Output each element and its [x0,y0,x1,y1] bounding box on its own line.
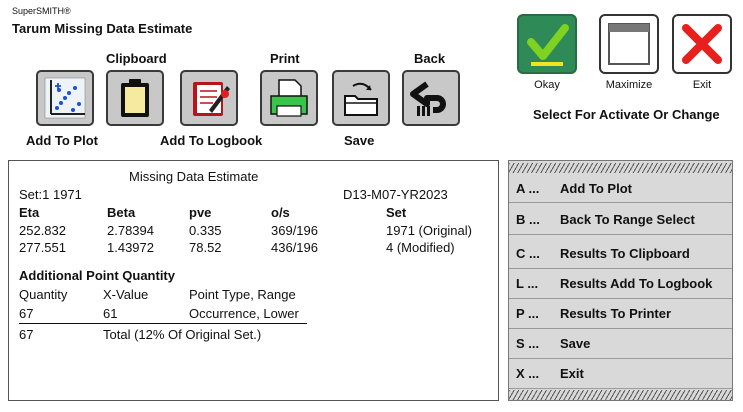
total-divider [19,323,307,324]
row1-set: 1971 (Original) [386,223,472,238]
menu-label: Save [560,336,591,351]
menu-hatch-bottom [509,390,732,400]
print-button[interactable] [260,70,318,126]
menu-label: Back To Range Select [560,212,695,227]
add-to-logbook-label: Add To Logbook [160,133,263,148]
back-button[interactable] [402,70,460,126]
col-pve: pve [189,205,212,220]
menu-item-back-to-range-select[interactable]: B ... Back To Range Select [509,205,732,235]
col-os: o/s [271,205,290,220]
add-row-xvalue: 61 [103,306,118,321]
menu-item-add-to-plot[interactable]: A ... Add To Plot [509,175,732,203]
row2-pve: 78.52 [189,240,222,255]
save-folder-icon [344,82,378,116]
row2-beta: 1.43972 [107,240,154,255]
menu-item-results-to-printer[interactable]: P ... Results To Printer [509,299,732,329]
menu-label: Results To Printer [560,306,672,321]
menu-key: L ... [516,276,539,291]
action-menu: A ... Add To Plot B ... Back To Range Se… [508,160,733,401]
scatter-plot-icon [44,77,86,119]
row2-eta: 277.551 [19,240,66,255]
back-arrow-icon [410,81,446,116]
add-to-logbook-button[interactable] [180,70,238,126]
add-col-quantity: Quantity [19,287,68,302]
back-label: Back [414,51,446,66]
menu-label: Results Add To Logbook [560,276,713,291]
logbook-icon [193,82,230,116]
add-col-xvalue: X-Value [103,287,149,302]
exit-button[interactable] [672,14,732,74]
menu-hatch-top [509,163,732,173]
window-title: Tarum Missing Data Estimate [12,21,193,36]
clipboard-label: Clipboard [106,51,167,66]
menu-label: Add To Plot [560,181,632,196]
total-text: Total (12% Of Original Set.) [103,327,262,342]
menu-key: A ... [516,181,540,196]
menu-item-save[interactable]: S ... Save [509,329,732,359]
row1-eta: 252.832 [19,223,66,238]
red-x-icon [682,24,722,64]
col-eta: Eta [19,205,40,220]
menu-key: S ... [516,336,540,351]
checkmark-icon [527,24,569,66]
menu-key: C ... [516,246,540,261]
clipboard-icon [121,79,149,117]
results-panel: Missing Data Estimate Set:1 1971 D13-M07… [8,160,499,401]
menu-label: Exit [560,366,584,381]
menu-item-results-add-to-logbook[interactable]: L ... Results Add To Logbook [509,269,732,299]
print-label: Print [270,51,300,66]
add-row-pointtype: Occurrence, Lower [189,306,299,321]
save-button[interactable] [332,70,390,126]
row2-os: 436/196 [271,240,318,255]
additional-heading: Additional Point Quantity [19,268,175,283]
menu-key: P ... [516,306,539,321]
col-set: Set [386,205,407,220]
row2-set: 4 (Modified) [386,240,455,255]
set-label: Set:1 1971 [19,187,82,202]
row1-pve: 0.335 [189,223,222,238]
total-quantity: 67 [19,327,34,342]
add-to-plot-button[interactable] [36,70,94,126]
clipboard-button[interactable] [106,70,164,126]
maximize-button[interactable] [599,14,659,74]
add-row-quantity: 67 [19,306,34,321]
maximize-window-icon [608,23,650,65]
menu-key: X ... [516,366,540,381]
add-to-plot-label: Add To Plot [26,133,98,148]
id-code: D13-M07-YR2023 [343,187,448,202]
menu-key: B ... [516,212,540,227]
col-beta: Beta [107,205,136,220]
okay-label: Okay [534,79,560,91]
row1-beta: 2.78394 [107,223,154,238]
okay-button[interactable] [517,14,577,74]
menu-label: Results To Clipboard [560,246,690,261]
maximize-label: Maximize [605,79,653,91]
row1-os: 369/196 [271,223,318,238]
status-text: Select For Activate Or Change [533,107,720,122]
add-col-pointtype: Point Type, Range [189,287,296,302]
save-label: Save [344,133,375,148]
exit-label: Exit [692,79,712,91]
printer-icon [270,79,308,117]
brand-label: SuperSMITH® [12,6,71,16]
menu-item-results-to-clipboard[interactable]: C ... Results To Clipboard [509,239,732,269]
results-heading: Missing Data Estimate [129,169,259,184]
menu-item-exit[interactable]: X ... Exit [509,359,732,389]
